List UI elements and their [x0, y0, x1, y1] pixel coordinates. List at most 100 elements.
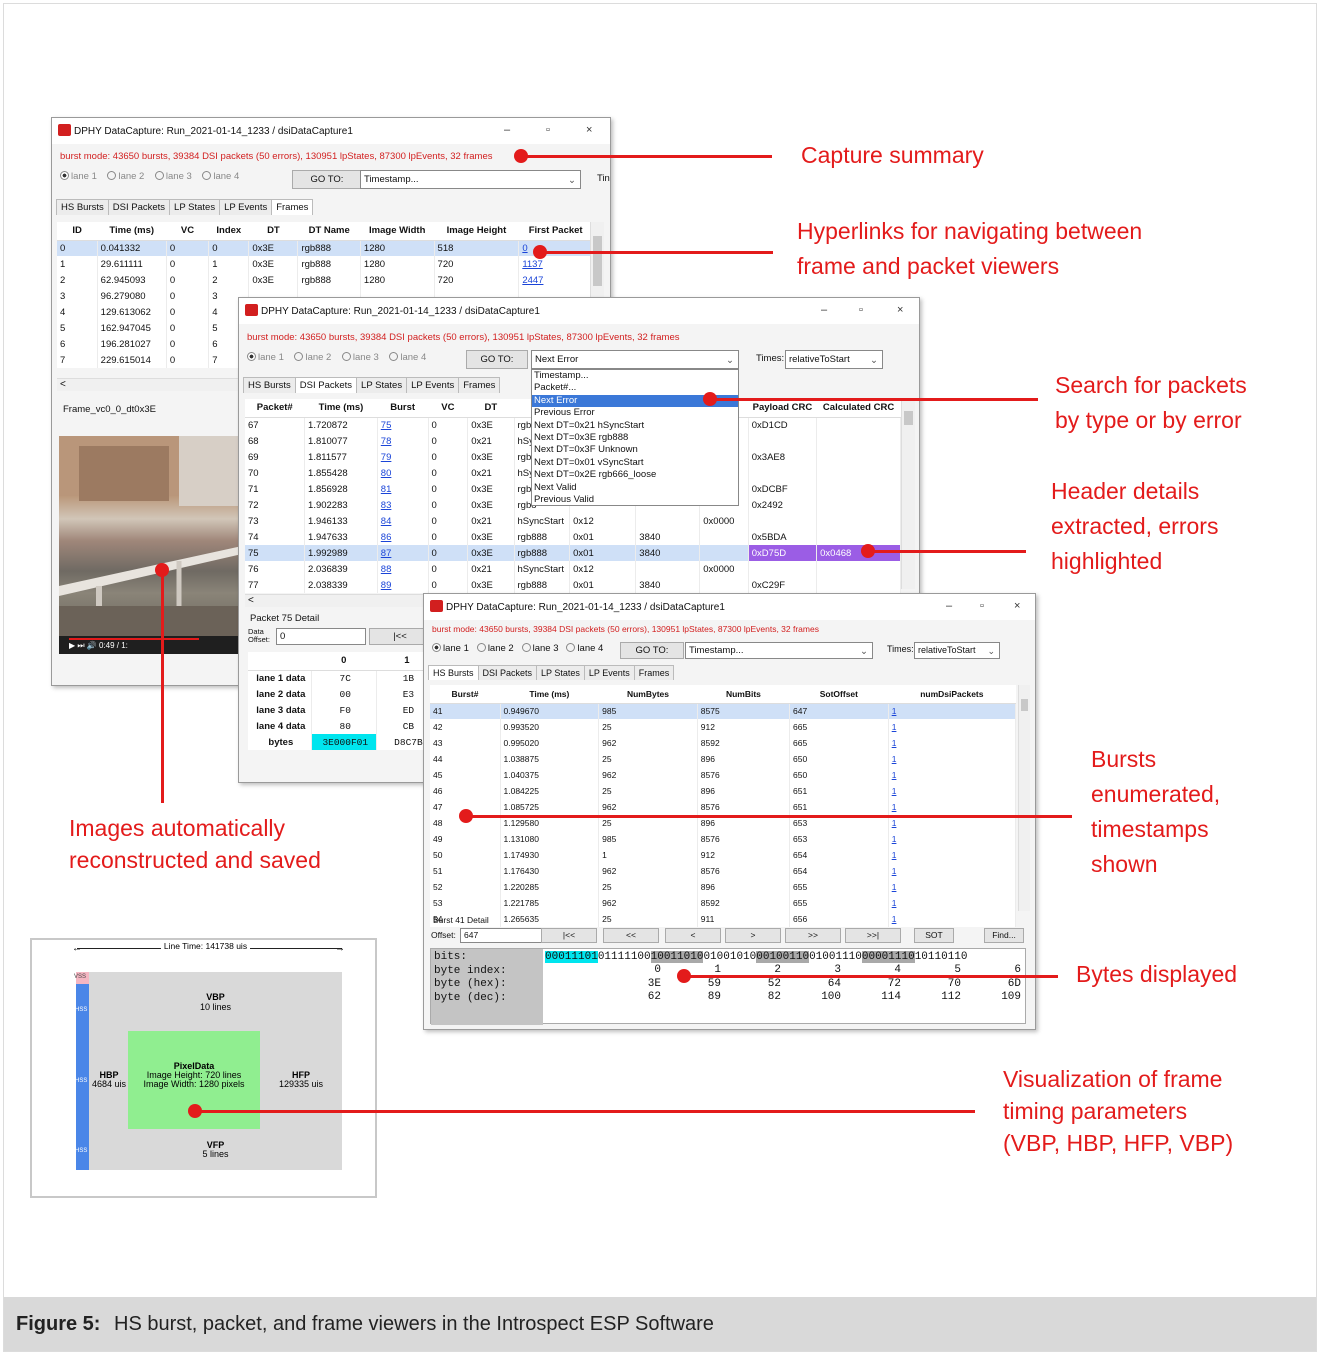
nav-button[interactable]: Find...	[984, 928, 1024, 943]
lane4-radio[interactable]	[202, 171, 212, 180]
dropdown-option[interactable]: Next DT=0x2E rgb666_loose	[532, 469, 738, 481]
column-header[interactable]: Time (ms)	[97, 222, 167, 241]
packet-link[interactable]: 83	[377, 497, 429, 513]
tab-frames[interactable]: Frames	[633, 665, 675, 680]
packet-link[interactable]: 1	[888, 767, 1017, 783]
packet-link[interactable]: 78	[377, 433, 429, 449]
column-header[interactable]: Image Width	[360, 222, 435, 241]
packet-link[interactable]: 1	[888, 863, 1017, 879]
tab-dsi-packets[interactable]: DSI Packets	[294, 377, 358, 393]
data-offset-input[interactable]: 0	[276, 628, 366, 645]
tab-lp-events[interactable]: LP Events	[583, 665, 635, 680]
times-combo[interactable]: relativeToStart ⌄	[785, 350, 883, 369]
packet-link[interactable]: 1	[888, 783, 1017, 799]
dropdown-option[interactable]: Next Valid	[532, 482, 738, 494]
goto-combo[interactable]: Timestamp... ⌄	[360, 170, 581, 189]
lane4-radio[interactable]	[566, 643, 576, 652]
tab-hs-bursts[interactable]: HS Bursts	[428, 665, 479, 680]
dropdown-option[interactable]: Next DT=0x21 hSyncStart	[532, 420, 738, 432]
goto-combo[interactable]: Timestamp... ⌄	[685, 642, 873, 659]
tab-lp-states[interactable]: LP States	[169, 199, 221, 215]
packet-link[interactable]: 86	[377, 529, 429, 545]
packet-link[interactable]: 1	[888, 895, 1017, 911]
column-header[interactable]: Index	[208, 222, 249, 241]
times-combo[interactable]: relativeToStart ⌄	[914, 642, 1000, 659]
maximize-button[interactable]: ▫	[546, 124, 550, 136]
horizontal-scrollbar[interactable]: <	[57, 378, 247, 391]
table-row[interactable]: 2 62.945093 0 2 0x3E rgb888 1280 720 2447	[57, 272, 593, 288]
table-row[interactable]: 75 1.992989 87 0 0x3E rgb888 0x01 3840 0xD75D 0x0…	[245, 545, 901, 561]
dropdown-option[interactable]: Next DT=0x3F Unknown	[532, 444, 738, 456]
nav-button[interactable]: >>|	[845, 928, 901, 943]
vertical-scrollbar[interactable]	[901, 399, 915, 589]
tab-frames[interactable]: Frames	[458, 377, 501, 393]
offset-input[interactable]: 647	[460, 928, 544, 943]
nav-button[interactable]: >>	[785, 928, 841, 943]
lane1-radio[interactable]	[432, 643, 441, 652]
packet-link[interactable]: 1	[888, 703, 1017, 719]
table-row[interactable]: 41 0.949670 985 8575 647 1	[430, 703, 1017, 719]
table-row[interactable]: 51 1.176430 962 8576 654 1	[430, 863, 1017, 879]
column-header[interactable]: Burst#	[430, 685, 500, 704]
column-header[interactable]: numDsiPackets	[888, 685, 1016, 704]
table-row[interactable]: 49 1.131080 985 8576 653 1	[430, 831, 1017, 847]
packet-link[interactable]: 87	[377, 545, 429, 561]
table-row[interactable]: 44 1.038875 25 896 650 1	[430, 751, 1017, 767]
packet-link[interactable]: 1	[888, 735, 1017, 751]
table-row[interactable]: 0 0.041332 0 0 0x3E rgb888 1280 518 0	[57, 240, 593, 256]
column-header[interactable]: First Packet	[518, 222, 593, 241]
column-header[interactable]: DT	[467, 399, 514, 418]
nav-button[interactable]: <<	[603, 928, 659, 943]
table-row[interactable]: 43 0.995020 962 8592 665 1	[430, 735, 1017, 751]
packet-link[interactable]: 81	[377, 481, 429, 497]
nav-button[interactable]: |<<	[541, 928, 597, 943]
lane3-radio[interactable]	[341, 352, 351, 361]
column-header[interactable]: VC	[166, 222, 209, 241]
column-header[interactable]: Time (ms)	[500, 685, 599, 704]
table-row[interactable]: 73 1.946133 84 0 0x21 hSyncStart 0x12 0x0000	[245, 513, 901, 529]
tab-hs-bursts[interactable]: HS Bursts	[56, 199, 109, 215]
maximize-button[interactable]: ▫	[980, 600, 984, 612]
table-row[interactable]: 53 1.221785 962 8592 655 1	[430, 895, 1017, 911]
packet-link[interactable]: 75	[377, 417, 429, 433]
column-header[interactable]: NumBytes	[598, 685, 698, 704]
vertical-scrollbar[interactable]	[1018, 685, 1030, 911]
tab-lp-states[interactable]: LP States	[536, 665, 585, 680]
dropdown-option[interactable]: Previous Error	[532, 407, 738, 419]
lane1-radio[interactable]	[247, 352, 256, 361]
packet-link[interactable]: 1	[888, 831, 1017, 847]
column-header[interactable]: DT	[248, 222, 298, 241]
packet-link[interactable]: 1	[888, 879, 1017, 895]
minimize-button[interactable]: –	[504, 124, 510, 136]
column-header[interactable]: DT Name	[297, 222, 361, 241]
tab-lp-events[interactable]: LP Events	[219, 199, 273, 215]
lane3-radio[interactable]	[521, 643, 531, 652]
dropdown-option[interactable]: Timestamp...	[532, 370, 738, 382]
column-header[interactable]: Payload CRC	[748, 399, 817, 418]
close-button[interactable]: ×	[897, 304, 903, 316]
packet-link[interactable]: 2447	[518, 272, 593, 288]
close-button[interactable]: ×	[586, 124, 592, 136]
packet-link[interactable]: 1	[888, 911, 1017, 927]
goto-button[interactable]: GO TO:	[466, 350, 528, 369]
tab-dsi-packets[interactable]: DSI Packets	[107, 199, 171, 215]
nav-button[interactable]: SOT	[914, 928, 954, 943]
tab-dsi-packets[interactable]: DSI Packets	[477, 665, 538, 680]
table-row[interactable]: 47 1.085725 962 8576 651 1	[430, 799, 1017, 815]
column-header[interactable]: Packet#	[245, 399, 305, 418]
dropdown-option[interactable]: Next DT=0x01 vSyncStart	[532, 457, 738, 469]
table-row[interactable]: 74 1.947633 86 0 0x3E rgb888 0x01 3840 0x5BDA	[245, 529, 901, 545]
table-row[interactable]: 46 1.084225 25 896 651 1	[430, 783, 1017, 799]
packet-link[interactable]: 1	[888, 799, 1017, 815]
horizontal-scrollbar[interactable]: <	[245, 594, 425, 607]
table-row[interactable]: 45 1.040375 962 8576 650 1	[430, 767, 1017, 783]
column-header[interactable]: VC	[428, 399, 468, 418]
packet-link[interactable]: 89	[377, 577, 429, 593]
dropdown-option[interactable]: Previous Valid	[532, 494, 738, 506]
table-row[interactable]: 1 29.611111 0 1 0x3E rgb888 1280 720 1137	[57, 256, 593, 272]
nav-button[interactable]: >	[725, 928, 781, 943]
table-row[interactable]: 42 0.993520 25 912 665 1	[430, 719, 1017, 735]
column-header[interactable]: Calculated CRC	[816, 399, 901, 418]
table-row[interactable]: 77 2.038339 89 0 0x3E rgb888 0x01 3840 0xC29F	[245, 577, 901, 593]
packet-link[interactable]: 1137	[518, 256, 593, 272]
